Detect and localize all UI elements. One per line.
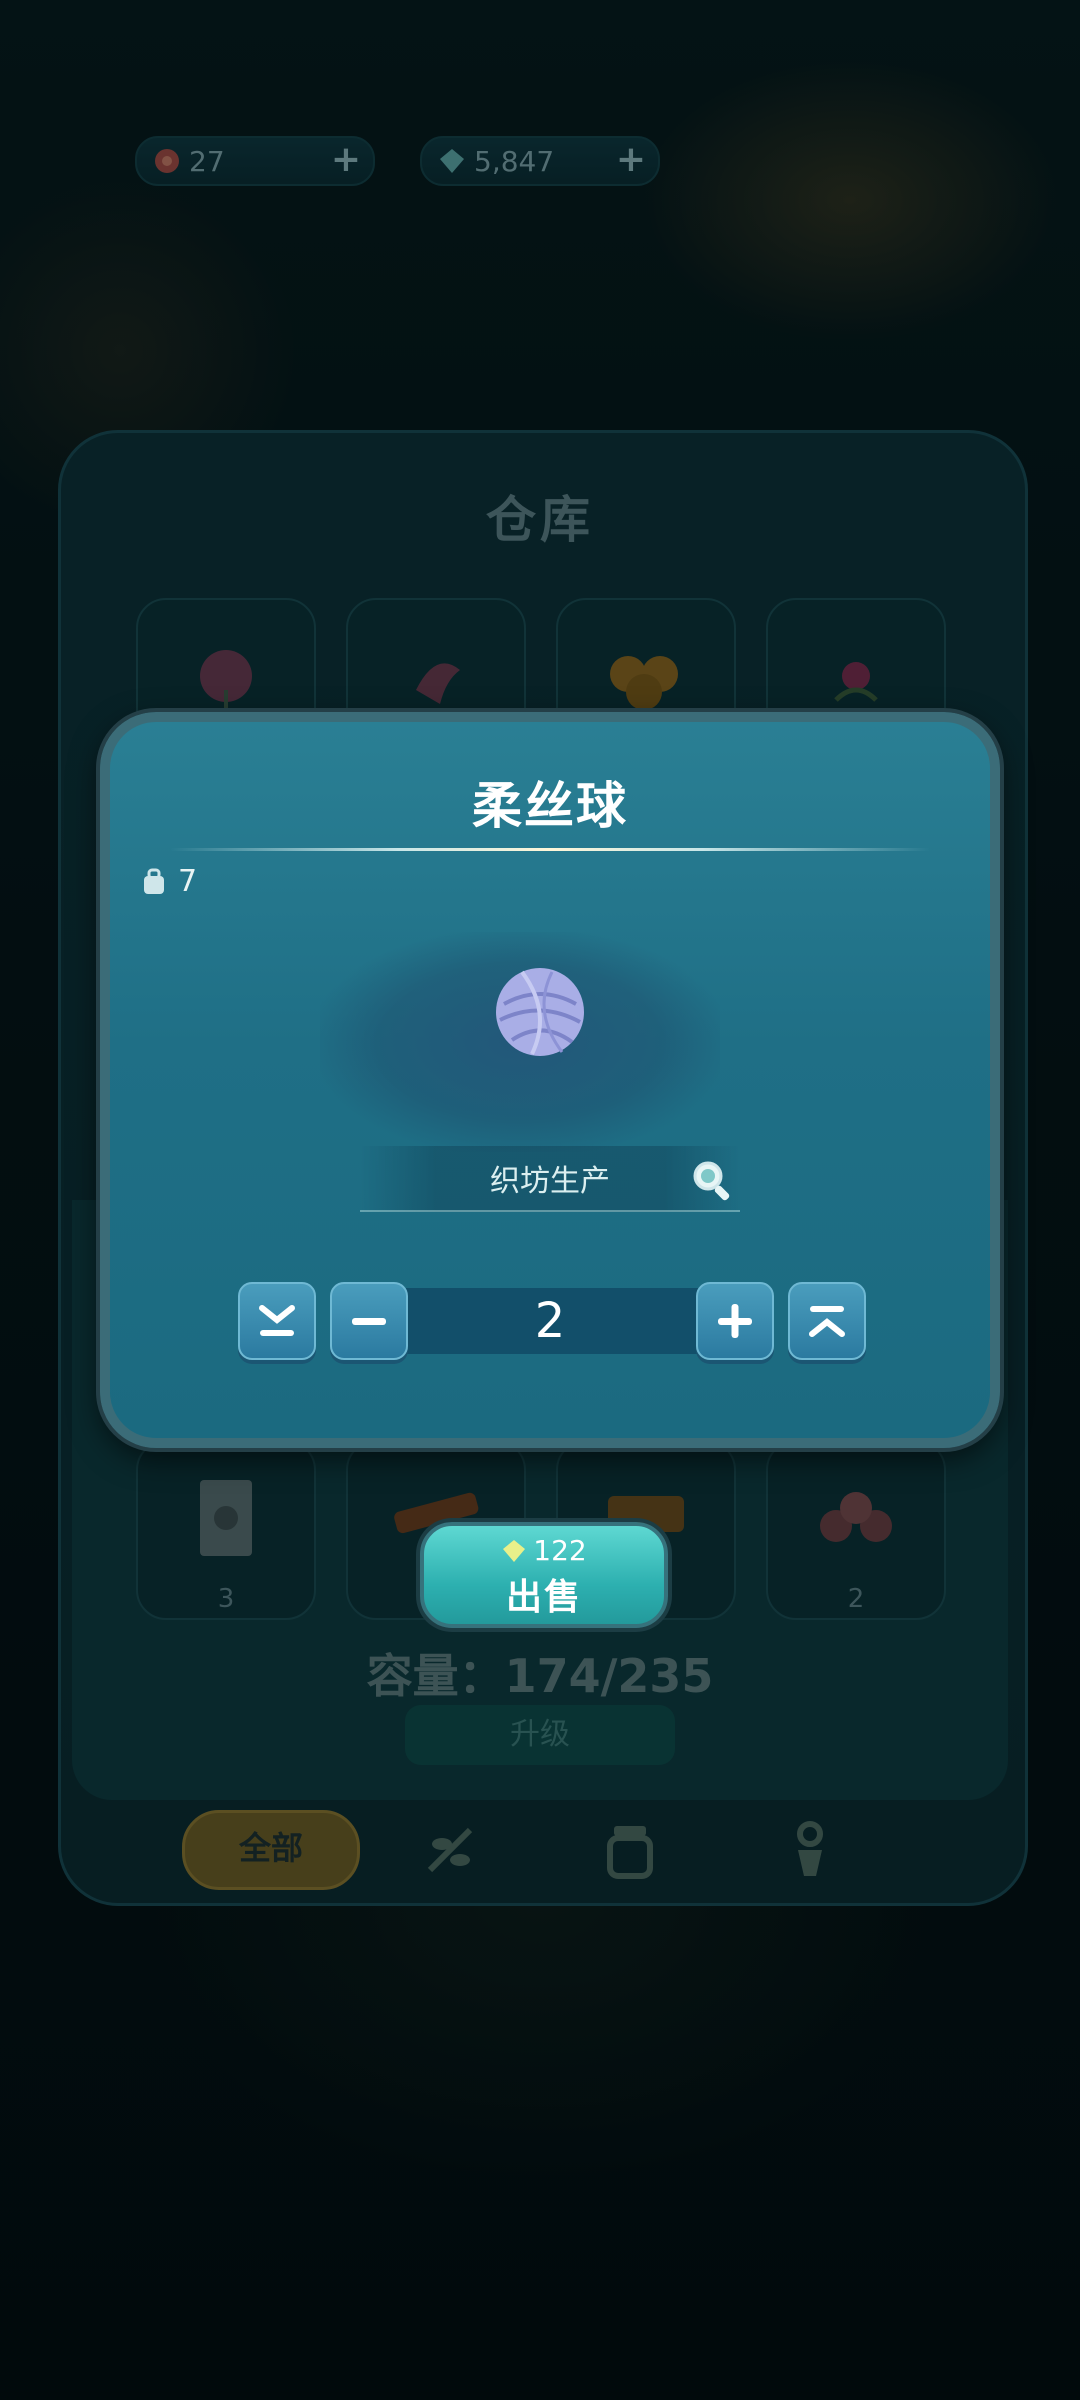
sell-price: 122 <box>424 1534 664 1567</box>
owned-value: 7 <box>178 864 198 899</box>
max-quantity-button[interactable] <box>788 1282 866 1360</box>
sell-button[interactable]: 122 出售 <box>420 1522 668 1628</box>
sell-label: 出售 <box>505 1577 582 1618</box>
gem-icon <box>503 1540 526 1562</box>
sell-price-value: 122 <box>533 1534 587 1567</box>
item-name: 柔丝球 <box>472 777 628 835</box>
owned-count: 7 <box>138 864 197 899</box>
backpack-icon <box>144 868 164 894</box>
source-info: 织坊生产 <box>360 1146 740 1212</box>
title-divider <box>170 848 930 851</box>
increase-button[interactable] <box>696 1282 774 1360</box>
item-detail-popup: 柔丝球 7 织坊生产 2 <box>100 712 1000 1448</box>
quantity-stepper: 2 <box>238 1282 866 1360</box>
plus-icon <box>718 1304 752 1338</box>
double-chevron-down-icon <box>259 1305 295 1336</box>
double-chevron-up-icon <box>809 1306 845 1337</box>
search-icon[interactable] <box>690 1158 734 1202</box>
source-label: 织坊生产 <box>490 1164 610 1199</box>
min-quantity-button[interactable] <box>238 1282 316 1360</box>
yarn-ball-icon <box>496 968 584 1056</box>
quantity-value[interactable]: 2 <box>358 1282 742 1360</box>
